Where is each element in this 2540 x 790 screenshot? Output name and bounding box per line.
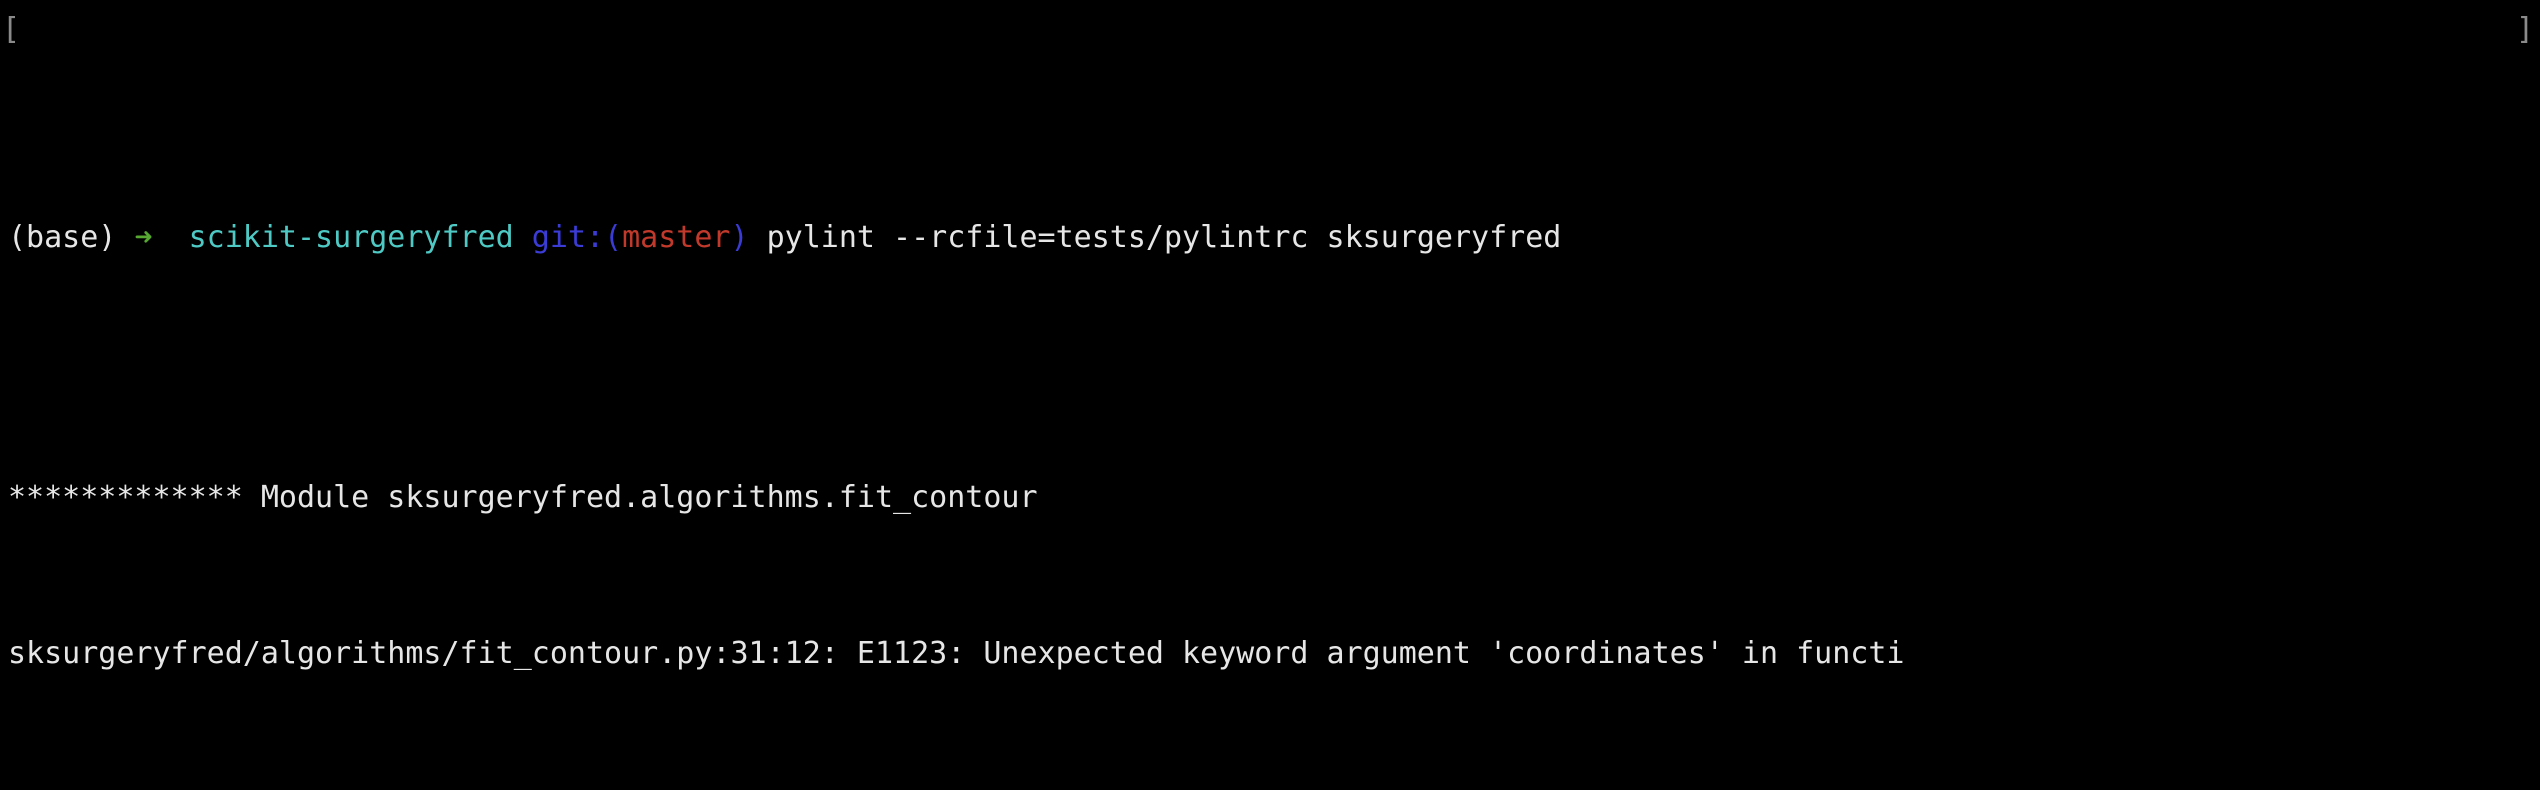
conda-env-label: (base) xyxy=(8,220,117,255)
prompt-space-2 xyxy=(153,220,189,255)
git-paren-open: ( xyxy=(604,220,623,255)
git-paren-close: ) xyxy=(730,220,749,255)
git-keyword-label: git: xyxy=(531,220,605,255)
output-line: on call (unexpected-keyword-arg) xyxy=(8,784,1904,790)
git-branch-label: master xyxy=(622,220,731,255)
working-directory-label: scikit-surgeryfred xyxy=(188,220,514,255)
right-edge-marker: ] xyxy=(2515,12,2534,47)
output-line: sksurgeryfred/algorithms/fit_contour.py:… xyxy=(8,636,1905,671)
terminal-window[interactable]: [ ] (base) ➜ scikit-surgeryfred git:(mas… xyxy=(0,0,2540,790)
prompt-space-3 xyxy=(514,220,532,255)
prompt-line: (base) ➜ scikit-surgeryfred git:(master)… xyxy=(8,212,1904,264)
output-line: ************* Module sksurgeryfred.algor… xyxy=(8,480,1038,515)
terminal-screen: (base) ➜ scikit-surgeryfred git:(master)… xyxy=(0,0,1904,790)
prompt-space-4 xyxy=(749,220,767,255)
command-text: pylint --rcfile=tests/pylintrc sksurgery… xyxy=(766,220,1562,255)
prompt-arrow-icon: ➜ xyxy=(134,220,153,255)
prompt-space-1 xyxy=(116,220,134,255)
